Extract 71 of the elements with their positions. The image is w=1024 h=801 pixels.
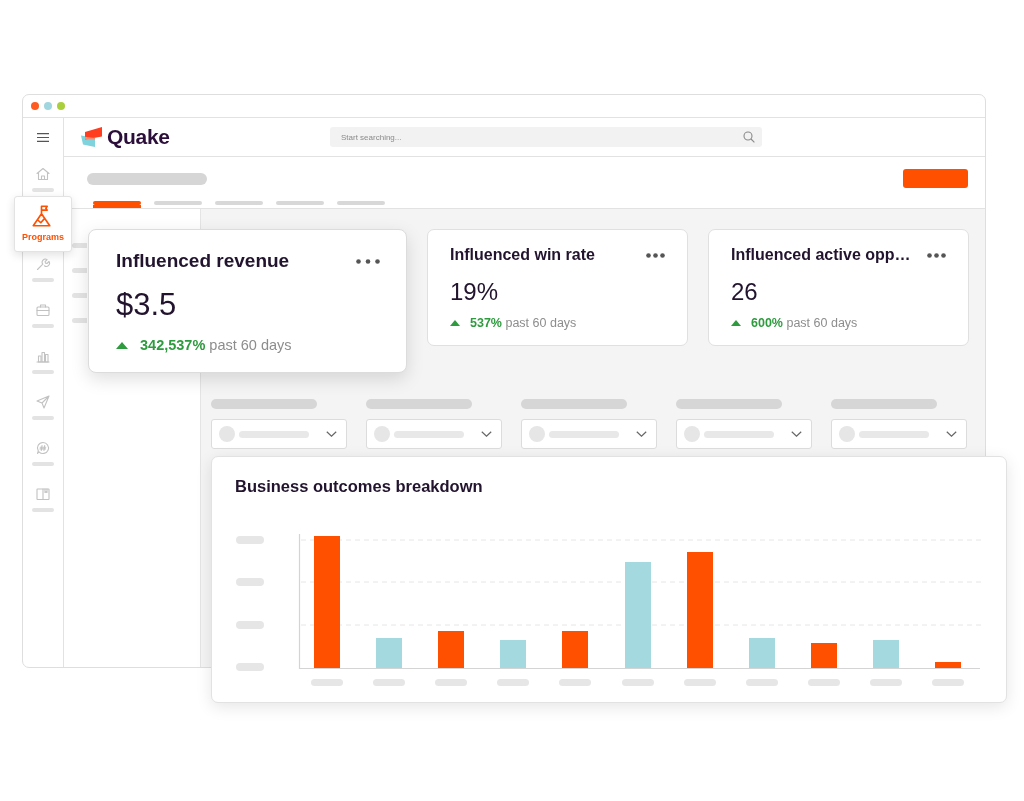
up-triangle-icon — [731, 320, 741, 326]
bar — [935, 662, 961, 668]
x-axis-label-placeholder — [559, 679, 591, 686]
x-axis-label-placeholder — [808, 679, 840, 686]
home-icon — [35, 166, 51, 182]
bar — [562, 631, 588, 668]
dropdown[interactable] — [521, 419, 657, 449]
bar — [811, 643, 837, 668]
bar — [873, 640, 899, 668]
wrench-icon — [35, 256, 51, 272]
bar — [376, 638, 402, 668]
logo-icon — [80, 126, 104, 148]
tab-label-placeholder — [337, 201, 385, 205]
change-text: 342,537% past 60 days — [140, 336, 292, 355]
x-axis-label-placeholder — [497, 679, 529, 686]
chevron-down-icon — [326, 431, 337, 437]
chevron-down-icon — [946, 431, 957, 437]
metric-value: 19% — [450, 277, 499, 307]
dropdown[interactable] — [211, 419, 347, 449]
book-icon — [35, 486, 51, 502]
tab[interactable] — [154, 201, 202, 208]
tab-label-placeholder — [154, 201, 202, 205]
x-axis-label-placeholder — [932, 679, 964, 686]
bar — [749, 638, 775, 668]
more-icon[interactable] — [646, 252, 665, 258]
metric-value: $3.5 — [116, 287, 177, 323]
more-icon[interactable] — [356, 258, 380, 264]
bar — [500, 640, 526, 668]
chart-title: Business outcomes breakdown — [235, 476, 483, 496]
dropdown[interactable] — [676, 419, 812, 449]
x-axis-label-placeholder — [311, 679, 343, 686]
change-text: 600% past 60 days — [751, 315, 858, 332]
chat-bubble-icon — [35, 440, 51, 456]
paper-plane-icon — [35, 394, 51, 410]
up-triangle-icon — [450, 320, 460, 326]
dropdown[interactable] — [366, 419, 502, 449]
y-axis-label-placeholder — [236, 663, 264, 671]
metric-value: 26 — [731, 277, 758, 307]
menu-icon[interactable] — [37, 133, 49, 142]
tab[interactable] — [276, 201, 324, 208]
x-axis-label-placeholder — [684, 679, 716, 686]
chevron-down-icon — [481, 431, 492, 437]
search-field[interactable]: Start searching... — [330, 127, 762, 147]
tab-label-placeholder — [215, 201, 263, 205]
chevron-down-icon — [636, 431, 647, 437]
sidebar-item[interactable]: Programs — [14, 196, 72, 252]
more-icon[interactable] — [927, 252, 946, 258]
dropdown[interactable] — [831, 419, 967, 449]
change-text: 537% past 60 days — [470, 315, 577, 332]
chevron-down-icon — [791, 431, 802, 437]
card-title: Influenced active opp… — [731, 245, 911, 265]
y-axis-label-placeholder — [236, 578, 264, 586]
x-axis-label-placeholder — [622, 679, 654, 686]
card-title: Influenced revenue — [116, 249, 290, 273]
x-axis-label-placeholder — [870, 679, 902, 686]
x-axis-label-placeholder — [373, 679, 405, 686]
bar — [438, 631, 464, 668]
x-axis-label-placeholder — [746, 679, 778, 686]
tab-label-placeholder — [276, 201, 324, 205]
briefcase-icon — [35, 302, 51, 318]
primary-button[interactable] — [903, 169, 968, 188]
tab[interactable] — [337, 201, 385, 208]
x-axis-label-placeholder — [435, 679, 467, 686]
card-title: Influenced win rate — [450, 245, 595, 265]
search-icon — [743, 131, 755, 143]
y-axis-label-placeholder — [236, 536, 264, 544]
y-axis-label-placeholder — [236, 621, 264, 629]
tab[interactable] — [215, 201, 263, 208]
logo-text: Quake — [107, 125, 170, 149]
up-triangle-icon — [116, 341, 128, 349]
tab-label-placeholder — [93, 201, 141, 205]
